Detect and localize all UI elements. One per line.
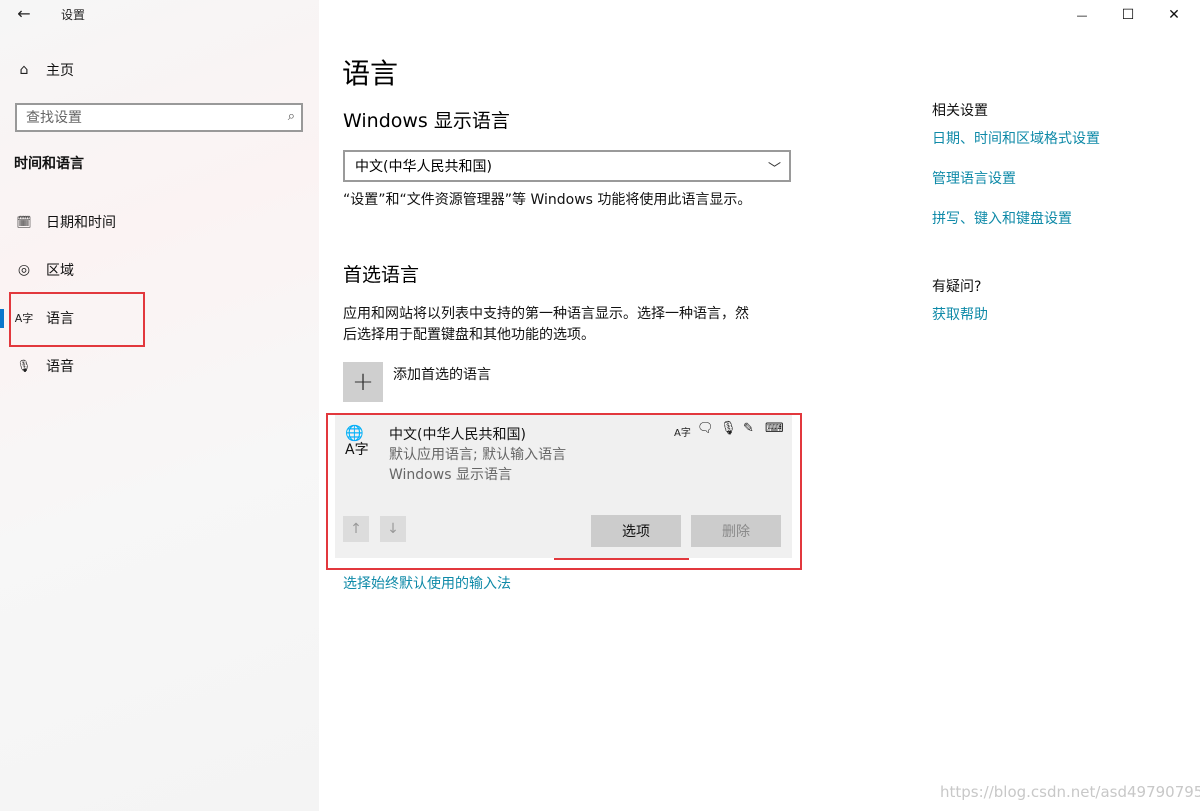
chevron-down-icon: ﹀ bbox=[767, 162, 781, 177]
options-button[interactable]: 选项 bbox=[591, 515, 681, 547]
minimize-icon: — bbox=[1076, 8, 1088, 22]
search-box[interactable]: ⌕ bbox=[15, 103, 303, 132]
sidebar-item-region[interactable]: ◎ 区域 bbox=[0, 250, 319, 290]
language-letters-icon: A字 bbox=[345, 442, 369, 458]
page-title: 语言 bbox=[342, 57, 399, 90]
display-language-heading: Windows 显示语言 bbox=[343, 110, 510, 132]
maximize-button[interactable]: ☐ bbox=[1105, 0, 1151, 30]
microphone-icon: 🎙 bbox=[720, 421, 737, 436]
sidebar-item-date-time[interactable]: 🗓 日期和时间 bbox=[0, 202, 319, 242]
keyboard-icon: ⌨ bbox=[765, 421, 784, 436]
date-time-region-link[interactable]: 日期、时间和区域格式设置 bbox=[932, 128, 1100, 148]
language-glyph-icon: 🌐 A字 bbox=[345, 425, 381, 461]
search-icon[interactable]: ⌕ bbox=[288, 109, 295, 124]
move-up-button[interactable]: ↑ bbox=[343, 516, 369, 542]
sidebar-item-label: 区域 bbox=[46, 263, 74, 279]
close-icon: ✕ bbox=[1168, 7, 1180, 23]
speech-bubble-icon: 🗨 bbox=[697, 421, 714, 436]
sidebar-item-label: 日期和时间 bbox=[46, 215, 116, 231]
spelling-keyboard-link[interactable]: 拼写、键入和键盘设置 bbox=[932, 208, 1072, 228]
language-subtitle-1: 默认应用语言; 默认输入语言 bbox=[389, 447, 567, 463]
remove-label: 删除 bbox=[722, 524, 750, 540]
related-settings-heading: 相关设置 bbox=[932, 103, 988, 119]
remove-button[interactable]: 删除 bbox=[691, 515, 781, 547]
sidebar-item-home[interactable]: ⌂ 主页 bbox=[0, 50, 319, 90]
display-language-select[interactable]: 中文(中华人民共和国) ﹀ bbox=[343, 150, 791, 182]
handwriting-icon: ✎ bbox=[743, 421, 754, 436]
sidebar-item-label: 语音 bbox=[46, 359, 74, 375]
maximize-icon: ☐ bbox=[1121, 7, 1135, 23]
display-language-description: “设置”和“文件资源管理器”等 Windows 功能将使用此语言显示。 bbox=[343, 192, 752, 208]
manage-language-link[interactable]: 管理语言设置 bbox=[932, 168, 1016, 188]
search-input[interactable] bbox=[26, 109, 266, 126]
preferred-language-heading: 首选语言 bbox=[343, 264, 420, 286]
back-arrow-icon[interactable]: ← bbox=[14, 4, 34, 24]
move-down-button[interactable]: ↓ bbox=[380, 516, 406, 542]
display-language-feature-icon: A字 bbox=[674, 428, 691, 439]
input-method-link[interactable]: 选择始终默认使用的输入法 bbox=[343, 573, 511, 593]
add-language-button[interactable]: + bbox=[343, 362, 383, 402]
watermark: https://blog.csdn.net/asd497907957 bbox=[940, 783, 1200, 801]
close-button[interactable]: ✕ bbox=[1151, 0, 1197, 30]
minimize-button[interactable]: — bbox=[1059, 0, 1105, 30]
preferred-description-line2: 后选择用于配置键盘和其他功能的选项。 bbox=[343, 327, 595, 343]
globe-icon: 🌐 bbox=[345, 424, 364, 442]
arrow-down-icon: ↓ bbox=[387, 521, 399, 537]
calendar-clock-icon: 🗓 bbox=[16, 215, 32, 229]
window-title: 设置 bbox=[61, 8, 86, 22]
language-name: 中文(中华人民共和国) bbox=[389, 427, 526, 443]
arrow-up-icon: ↑ bbox=[350, 521, 362, 537]
question-heading: 有疑问? bbox=[932, 279, 982, 295]
add-language-label[interactable]: 添加首选的语言 bbox=[393, 364, 491, 384]
get-help-link[interactable]: 获取帮助 bbox=[932, 304, 988, 324]
home-icon: ⌂ bbox=[19, 62, 29, 78]
highlight-box-language-nav bbox=[9, 292, 145, 347]
plus-icon: + bbox=[352, 367, 374, 397]
section-heading: 时间和语言 bbox=[14, 156, 84, 172]
globe-region-icon: ◎ bbox=[17, 262, 31, 278]
sidebar-item-label: 主页 bbox=[46, 63, 74, 79]
options-label: 选项 bbox=[622, 524, 650, 540]
microphone-icon: 🎙 bbox=[16, 359, 32, 373]
sidebar: ← 设置 ⌂ 主页 ⌕ 时间和语言 🗓 日期和时间 ◎ 区域 A字 语言 🎙 语… bbox=[0, 0, 319, 811]
preferred-description-line1: 应用和网站将以列表中支持的第一种语言显示。选择一种语言，然 bbox=[343, 306, 749, 322]
display-language-value: 中文(中华人民共和国) bbox=[355, 159, 492, 175]
sidebar-item-speech[interactable]: 🎙 语音 bbox=[0, 346, 319, 386]
language-subtitle-2: Windows 显示语言 bbox=[389, 467, 512, 483]
